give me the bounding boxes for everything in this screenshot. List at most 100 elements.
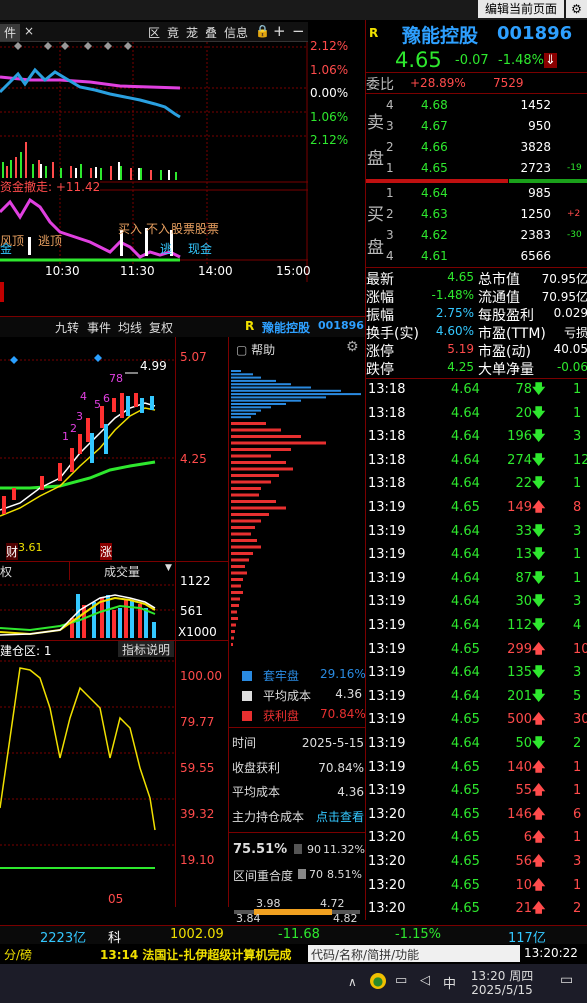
index-change: -11.68 <box>278 927 320 942</box>
tab-fuquan[interactable]: 复权 <box>149 319 173 336</box>
notification-icon[interactable]: ▭ <box>560 972 573 988</box>
trade-volume: 135 <box>507 665 532 681</box>
intraday-toolbar: 件 × 区 竟 茏 叠 信息 🔒 + − <box>0 22 308 42</box>
kline-label: 3 <box>76 410 83 423</box>
trade-price: 4.64 <box>451 688 480 704</box>
network-icon[interactable]: ▭ <box>395 973 407 988</box>
arrow-up-icon: 🡅 <box>532 783 546 799</box>
trade-price: 4.64 <box>451 618 480 633</box>
ticker-news[interactable]: 13:14 法国让-扎伊超级计算机完成 <box>100 946 291 963</box>
price: 4.62 <box>421 228 448 242</box>
trade-row: 13:18 4.64 274 🡇 12 <box>366 450 587 472</box>
minus-icon[interactable]: − <box>292 22 305 40</box>
add-icon[interactable]: + <box>273 22 286 40</box>
trade-count: 6 <box>573 806 582 822</box>
change: +2 <box>567 209 581 219</box>
trade-row: 13:19 4.64 30 🡇 3 <box>366 591 587 613</box>
trade-volume: 112 <box>507 618 532 633</box>
chip-bar <box>231 373 253 376</box>
chip-bar <box>231 591 243 594</box>
vol-toolbar: 权 成交量 ▼ <box>0 562 175 580</box>
osc-tick: 79.77 <box>180 715 215 729</box>
search-input[interactable]: 代码/名称/简拼/功能 <box>308 945 520 962</box>
trade-row: 13:19 4.64 201 🡇 5 <box>366 686 587 708</box>
arrow-up-icon: 🡅 <box>532 877 546 893</box>
toolbar-item-jing[interactable]: 竟 <box>167 24 179 41</box>
kline-stock-code: 001896 <box>318 319 364 332</box>
trade-price: 4.64 <box>451 452 480 468</box>
vol-left-tab[interactable]: 权 <box>0 563 12 580</box>
trade-volume: 21 <box>515 901 532 917</box>
profit-value: 70.84% <box>318 760 364 775</box>
edit-page-button[interactable]: 编辑当前页面 <box>478 0 564 18</box>
close-icon[interactable]: × <box>24 24 34 38</box>
trade-row: 13:18 4.64 196 🡇 3 <box>366 426 587 448</box>
arrow-up-icon: 🡅 <box>532 712 546 728</box>
vol-dropdown[interactable]: 成交量 <box>104 563 140 580</box>
trade-count: 3 <box>573 854 582 869</box>
kline-r-label: R <box>245 319 255 333</box>
gear-icon[interactable]: ⚙ <box>346 339 359 355</box>
tab-file[interactable]: 件 <box>0 24 21 41</box>
change: -30 <box>567 230 582 240</box>
stat-value: 0.029 <box>553 306 587 320</box>
trade-count: 1 <box>573 783 582 799</box>
kline-rise-tag: 涨 <box>100 543 113 560</box>
trade-count: 2 <box>573 901 582 917</box>
speaker-icon[interactable]: ◁ <box>420 973 430 988</box>
trade-price: 4.64 <box>451 429 480 445</box>
arrow-down-icon: 🡇 <box>532 382 546 397</box>
arrow-down-icon: ⇓ <box>544 53 557 68</box>
trade-count: 1 <box>573 877 582 893</box>
tab-event[interactable]: 事件 <box>87 319 111 336</box>
stat-label: 每股盈利 <box>478 308 534 324</box>
arrow-down-icon: 🡇 <box>532 736 546 751</box>
indicator-help-button[interactable]: 指标说明 <box>118 641 174 657</box>
chip-bar <box>231 630 235 633</box>
trade-price: 4.65 <box>451 830 480 846</box>
annot-cash: 现金 <box>188 242 213 256</box>
toolbar-item-die[interactable]: 叠 <box>205 24 217 41</box>
trade-count: 1 <box>573 382 582 397</box>
trade-count: 3 <box>573 665 582 681</box>
chevron-up-icon[interactable]: ∧ <box>348 975 357 989</box>
trade-price: 4.64 <box>451 523 480 539</box>
chip-bar <box>231 487 261 490</box>
trade-volume: 140 <box>507 759 532 775</box>
chip-bar <box>231 493 259 497</box>
arrow-down-icon: 🡇 <box>532 405 546 421</box>
time-label: 10:30 <box>45 264 80 278</box>
osc-tick: 39.32 <box>180 807 215 821</box>
trade-count: 8 <box>573 500 582 515</box>
pct-label: 1.06% <box>310 62 349 77</box>
arrow-down-icon: 🡇 <box>532 688 546 704</box>
trade-row: 13:19 4.64 13 🡇 1 <box>366 544 587 566</box>
arrow-down-icon: 🡇 <box>532 452 546 468</box>
stock-r-label: R <box>369 26 379 40</box>
chip-bar <box>231 539 257 542</box>
chevron-down-icon[interactable]: ▼ <box>165 563 172 573</box>
ticker-left: 分/磅 <box>4 948 33 962</box>
chip-bar <box>231 406 271 409</box>
trade-row: 13:18 4.64 20 🡇 1 <box>366 403 587 425</box>
toolbar-item-info[interactable]: 信息 <box>224 24 248 41</box>
tab-ma[interactable]: 均线 <box>118 319 142 336</box>
chip-bar <box>231 571 247 575</box>
chip-bar <box>231 389 341 392</box>
main-cost-link[interactable]: 点击查看 <box>316 805 364 830</box>
price: 4.67 <box>421 119 448 133</box>
ime-indicator[interactable]: 中 <box>443 973 456 992</box>
lock-icon[interactable]: 🔒 <box>255 24 270 38</box>
system-date[interactable]: 2025/5/15 <box>470 983 534 997</box>
trade-row: 13:20 4.65 56 🡅 3 <box>366 851 587 873</box>
gear-icon[interactable]: ⚙ <box>566 0 587 18</box>
trade-time: 13:20 <box>368 901 406 917</box>
vol-tick: 1122 <box>180 574 211 588</box>
app-tray-icon[interactable]: ● <box>370 973 386 989</box>
toolbar-item-long[interactable]: 茏 <box>186 24 198 41</box>
toolbar-item-qu[interactable]: 区 <box>148 24 160 41</box>
system-time[interactable]: 13:20 周四 <box>470 967 534 984</box>
kline-toolbar: 九转 事件 均线 复权 R 豫能控股 001896 <box>0 317 365 337</box>
help-label[interactable]: ▢ 帮助 <box>236 341 275 358</box>
tab-jiuzhuan[interactable]: 九转 <box>55 319 79 336</box>
